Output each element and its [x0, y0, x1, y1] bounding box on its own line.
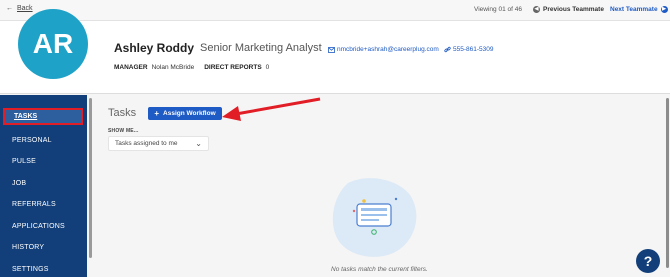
- arrow-left-icon: ←: [6, 5, 13, 12]
- arrow-left-circle-icon: ◀: [533, 6, 540, 13]
- viewing-counter: Viewing 01 of 46: [474, 6, 522, 13]
- top-bar: ← Back Viewing 01 of 46 ◀ Previous Teamm…: [0, 0, 670, 21]
- sidebar-item-tasks[interactable]: TASKS: [3, 108, 83, 125]
- direct-reports-label: DIRECT REPORTS: [204, 64, 262, 71]
- next-teammate-label: Next Teammate: [610, 6, 658, 13]
- email-text: nmcbride+ashrah@careerplug.com: [337, 46, 439, 53]
- sidebar-item-referrals[interactable]: REFERRALS: [12, 201, 56, 208]
- email-link[interactable]: nmcbride+ashrah@careerplug.com: [328, 46, 439, 53]
- previous-teammate-button[interactable]: ◀ Previous Teammate: [533, 6, 604, 13]
- next-teammate-button[interactable]: Next Teammate ▶: [610, 6, 668, 13]
- sidebar-item-applications[interactable]: APPLICATIONS: [12, 223, 65, 230]
- employee-name: Ashley Roddy: [114, 41, 195, 55]
- sidebar-item-personal[interactable]: PERSONAL: [12, 137, 52, 144]
- direct-reports-value: 0: [265, 64, 270, 71]
- help-button[interactable]: ?: [636, 249, 660, 273]
- sidebar-scrollbar[interactable]: [89, 98, 92, 258]
- empty-state-text: No tasks match the current filters.: [331, 266, 428, 273]
- sidebar-item-label: TASKS: [14, 113, 38, 120]
- profile-header: Ashley Roddy Senior Marketing Analyst nm…: [0, 21, 670, 94]
- manager-label: MANAGER: [114, 64, 148, 71]
- previous-teammate-label: Previous Teammate: [543, 6, 604, 13]
- page-title: Tasks: [108, 107, 137, 119]
- task-filter-value: Tasks assigned to me: [115, 140, 178, 147]
- manager-value: Nolan McBride: [151, 64, 195, 71]
- assign-workflow-label: Assign Workflow: [163, 110, 216, 117]
- empty-tasks-illustration: [332, 178, 417, 257]
- phone-link[interactable]: 555-861-5309: [444, 46, 493, 53]
- link-icon: [444, 46, 451, 53]
- employee-title: Senior Marketing Analyst: [200, 42, 322, 54]
- show-me-label: SHOW ME...: [108, 128, 139, 134]
- sidebar-item-settings[interactable]: SETTINGS: [12, 266, 49, 273]
- assign-workflow-button[interactable]: + Assign Workflow: [148, 107, 222, 120]
- sidebar-item-pulse[interactable]: PULSE: [12, 158, 36, 165]
- tasks-panel: Tasks + Assign Workflow SHOW ME... Tasks…: [95, 95, 665, 277]
- chevron-down-icon: ⌄: [195, 139, 202, 148]
- back-link[interactable]: ← Back: [6, 5, 33, 12]
- sidebar-nav: TASKS PERSONAL PULSE JOB REFERRALS APPLI…: [0, 95, 87, 277]
- envelope-icon: [328, 46, 335, 53]
- main-scrollbar[interactable]: [666, 98, 669, 268]
- plus-icon: +: [154, 109, 160, 118]
- arrow-right-circle-icon: ▶: [660, 6, 668, 13]
- manager-info: MANAGER Nolan McBride DIRECT REPORTS 0: [114, 64, 269, 71]
- help-icon: ?: [643, 253, 653, 269]
- avatar: AR: [18, 9, 88, 79]
- task-filter-select[interactable]: Tasks assigned to me ⌄: [108, 136, 209, 151]
- back-label: Back: [17, 5, 33, 12]
- phone-text: 555-861-5309: [453, 46, 494, 53]
- sidebar-item-job[interactable]: JOB: [12, 180, 26, 187]
- sidebar-item-history[interactable]: HISTORY: [12, 244, 44, 251]
